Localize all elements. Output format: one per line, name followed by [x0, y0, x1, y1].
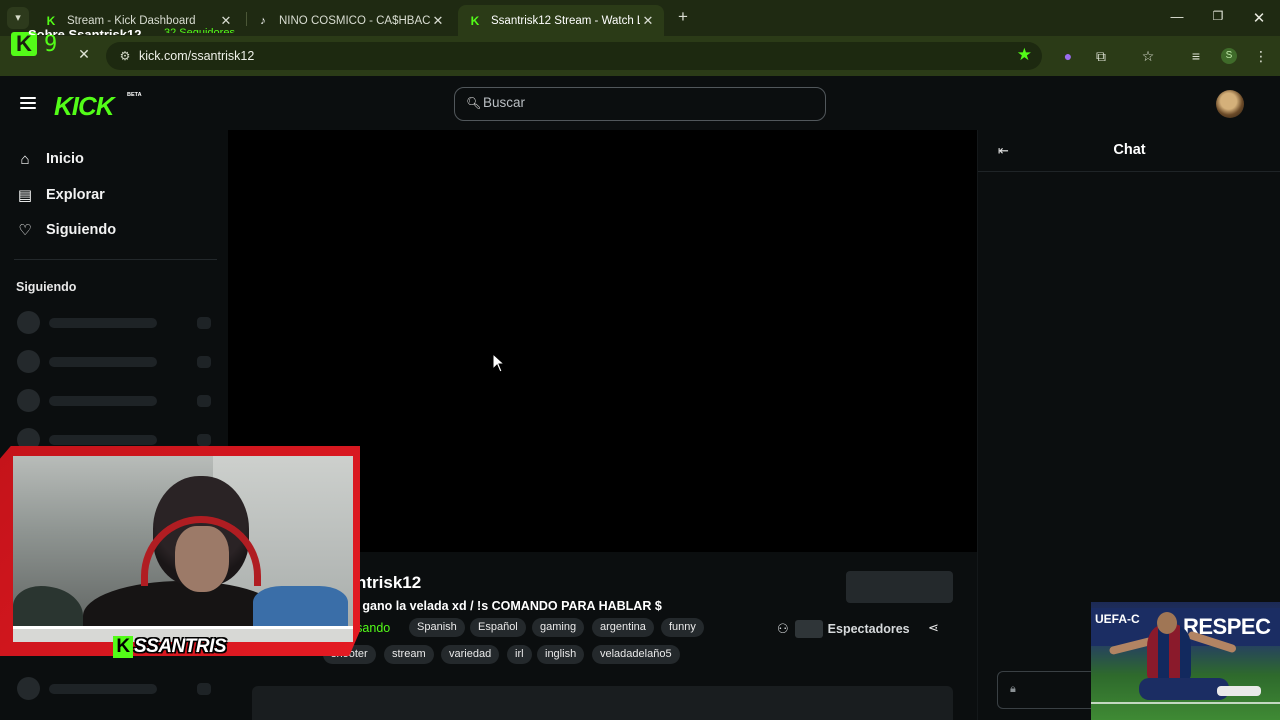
address-bar[interactable]: ⚙ kick.com/ssantrisk12 ★ — [106, 42, 1042, 70]
kick-overlay-logo: K — [11, 32, 37, 56]
following-skeleton-row — [17, 311, 212, 334]
tag[interactable]: veladadelaño5 — [592, 645, 680, 664]
sidebar-item-explorar[interactable]: ▤ Explorar — [16, 182, 105, 208]
webcam-name-label: K SSANTRIS — [113, 634, 227, 660]
kick-k-icon: K — [113, 636, 133, 658]
tag[interactable]: argentina — [592, 618, 654, 637]
tag[interactable]: irl — [507, 645, 532, 664]
restore-icon[interactable]: ❐ — [1207, 9, 1229, 27]
kick-favicon-icon: K — [470, 13, 480, 28]
heart-icon: ♡ — [18, 222, 32, 239]
tab-title: NIÑO CÓSMICO - CA$HBACK | — [279, 14, 430, 27]
extensions-puzzle-icon[interactable]: ⧉ — [1091, 46, 1111, 66]
search-bar[interactable]: 🔍︎ — [454, 87, 826, 121]
tab-ssantrisk12-stream[interactable]: K Ssantrisk12 Stream - Watch Live ✕ — [458, 5, 664, 36]
bookmark-star-icon[interactable]: ★ — [1017, 45, 1032, 65]
bookmarks-icon[interactable]: ☆ — [1138, 46, 1158, 66]
about-card — [252, 686, 953, 720]
viewer-count: ⚇ Espectadores — [777, 619, 910, 639]
chat-header: ⇤ Chat — [978, 130, 1280, 172]
viewer-count-skeleton — [794, 620, 823, 638]
overlay-counter: 9 — [44, 32, 58, 57]
tab-title: Ssantrisk12 Stream - Watch Live — [491, 14, 640, 27]
beta-badge: BETA — [127, 92, 142, 98]
site-info-icon[interactable]: ⚙ — [117, 48, 133, 64]
close-tab-icon[interactable]: ✕ — [430, 13, 446, 29]
following-skeleton-row — [17, 677, 212, 700]
viewers-label: Espectadores — [827, 622, 910, 636]
home-icon: ⌂ — [20, 150, 30, 168]
webcam-overlay — [0, 446, 360, 656]
sidebar-item-label: Inicio — [46, 151, 84, 167]
channel-name[interactable]: ntrisk12 — [356, 573, 421, 593]
sidebar-item-label: Explorar — [46, 187, 105, 203]
search-input[interactable] — [483, 95, 803, 110]
tag[interactable]: stream — [384, 645, 434, 664]
following-skeleton-row — [17, 389, 212, 412]
close-tab-icon[interactable]: ✕ — [218, 13, 234, 29]
following-section-title: Siguiendo — [16, 280, 77, 294]
url-text[interactable]: kick.com/ssantrisk12 — [139, 49, 254, 63]
explore-icon: ▤ — [17, 187, 33, 204]
sidebar-item-siguiendo[interactable]: ♡ Siguiendo — [16, 217, 116, 243]
profile-avatar[interactable]: S — [1221, 48, 1237, 64]
webcam-feed — [13, 456, 353, 642]
stop-loading-icon[interactable]: ✕ — [76, 46, 92, 64]
user-avatar[interactable] — [1216, 90, 1244, 118]
extension-orb-icon[interactable]: ● — [1058, 46, 1078, 66]
lock-icon: 🔒︎ — [1010, 683, 1016, 695]
sidebar-item-label: Siguiendo — [46, 222, 117, 238]
window-close-icon[interactable]: ✕ — [1248, 9, 1270, 27]
follow-button-skeleton[interactable] — [846, 571, 953, 603]
menu-kebab-icon[interactable]: ⋮ — [1251, 46, 1271, 66]
chat-title: Chat — [1113, 142, 1146, 158]
tab-tiktok[interactable]: ♪ NIÑO CÓSMICO - CA$HBACK | ✕ — [246, 5, 454, 36]
tag[interactable]: inglish — [537, 645, 585, 664]
kick-favicon-icon: K — [46, 13, 56, 28]
webcam-name-text: SSANTRIS — [134, 636, 227, 657]
sidebar-divider — [14, 259, 217, 260]
sidebar-item-inicio[interactable]: ⌂ Inicio — [16, 146, 84, 172]
new-tab-plus-icon[interactable]: + — [672, 6, 694, 28]
tab-title: Stream - Kick Dashboard — [67, 14, 196, 27]
photo-banner-text-left: UEFA-C — [1095, 612, 1140, 626]
football-photo-overlay: UEFA-C RESPEC — [1091, 602, 1280, 720]
stream-title: e gano la velada xd / !s COMANDO PARA HA… — [352, 599, 662, 613]
tag[interactable]: gaming — [532, 618, 585, 637]
tag[interactable]: variedad — [441, 645, 500, 664]
tiktok-favicon-icon: ♪ — [260, 14, 266, 27]
following-skeleton-row — [17, 350, 212, 373]
tag[interactable]: Spanish — [409, 618, 465, 637]
close-tab-icon[interactable]: ✕ — [640, 13, 656, 29]
tag[interactable]: funny — [661, 618, 704, 637]
share-icon[interactable]: ⋖ — [928, 620, 939, 636]
reading-list-icon[interactable]: ≡ — [1186, 46, 1206, 66]
hamburger-menu-icon[interactable] — [20, 97, 36, 109]
kick-logo[interactable]: KICK — [54, 91, 115, 122]
tag[interactable]: Español — [470, 618, 526, 637]
search-icon: 🔍︎ — [466, 96, 482, 110]
viewers-icon: ⚇ — [777, 621, 789, 636]
minimize-icon[interactable]: — — [1166, 9, 1188, 27]
tab-search-chevron-icon[interactable]: ▾ — [7, 7, 29, 29]
